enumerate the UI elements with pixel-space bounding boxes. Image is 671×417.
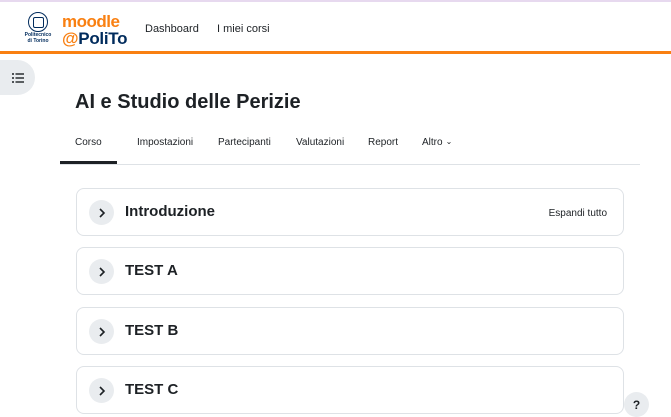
section-title[interactable]: TEST B [125, 322, 178, 339]
tab-altro-label: Altro [422, 137, 443, 148]
section-title[interactable]: Introduzione [125, 203, 215, 220]
nav-dashboard[interactable]: Dashboard [145, 23, 199, 35]
tab-valutazioni[interactable]: Valutazioni [296, 137, 344, 148]
moodle-logo-word: moodle [62, 12, 120, 31]
chevron-right-icon [98, 326, 105, 337]
tab-altro[interactable]: Altro ⌄ [422, 137, 452, 148]
page-title: AI e Studio delle Perizie [75, 91, 301, 113]
section-expand-button[interactable] [89, 200, 114, 225]
section-title[interactable]: TEST C [125, 381, 178, 398]
tab-impostazioni[interactable]: Impostazioni [137, 137, 193, 148]
chevron-right-icon [98, 266, 105, 277]
expand-all-link[interactable]: Espandi tutto [549, 208, 607, 219]
course-tabs: Corso Impostazioni Partecipanti Valutazi… [60, 128, 640, 165]
chevron-right-icon [98, 207, 105, 218]
moodle-polito-logo[interactable]: moodle @PoliTo [62, 12, 128, 49]
section-expand-button[interactable] [89, 378, 114, 403]
course-section-introduzione: Introduzione Espandi tutto [76, 188, 624, 236]
tab-report[interactable]: Report [368, 137, 398, 148]
polito-logo-line-2: di Torino [27, 38, 49, 44]
course-section-test-c: TEST C [76, 366, 624, 414]
tab-corso[interactable]: Corso [60, 137, 117, 164]
course-section-test-a: TEST A [76, 247, 624, 295]
course-section-test-b: TEST B [76, 307, 624, 355]
section-title[interactable]: TEST A [125, 262, 178, 279]
tab-partecipanti[interactable]: Partecipanti [218, 137, 271, 148]
polito-logo[interactable]: Politecnico di Torino [22, 12, 54, 48]
polito-logo-word: @PoliTo [62, 29, 128, 48]
course-index-toggle-button[interactable] [0, 60, 35, 95]
section-expand-button[interactable] [89, 319, 114, 344]
polito-seal-icon [28, 12, 48, 32]
nav-my-courses[interactable]: I miei corsi [217, 23, 270, 35]
help-button[interactable]: ? [624, 392, 649, 417]
chevron-down-icon: ⌄ [445, 137, 453, 146]
chevron-right-icon [98, 385, 105, 396]
section-expand-button[interactable] [89, 259, 114, 284]
question-mark-icon: ? [632, 397, 641, 412]
top-navbar: Politecnico di Torino moodle @PoliTo Das… [0, 0, 671, 51]
navbar-accent-line [0, 51, 671, 54]
list-icon [11, 72, 24, 83]
